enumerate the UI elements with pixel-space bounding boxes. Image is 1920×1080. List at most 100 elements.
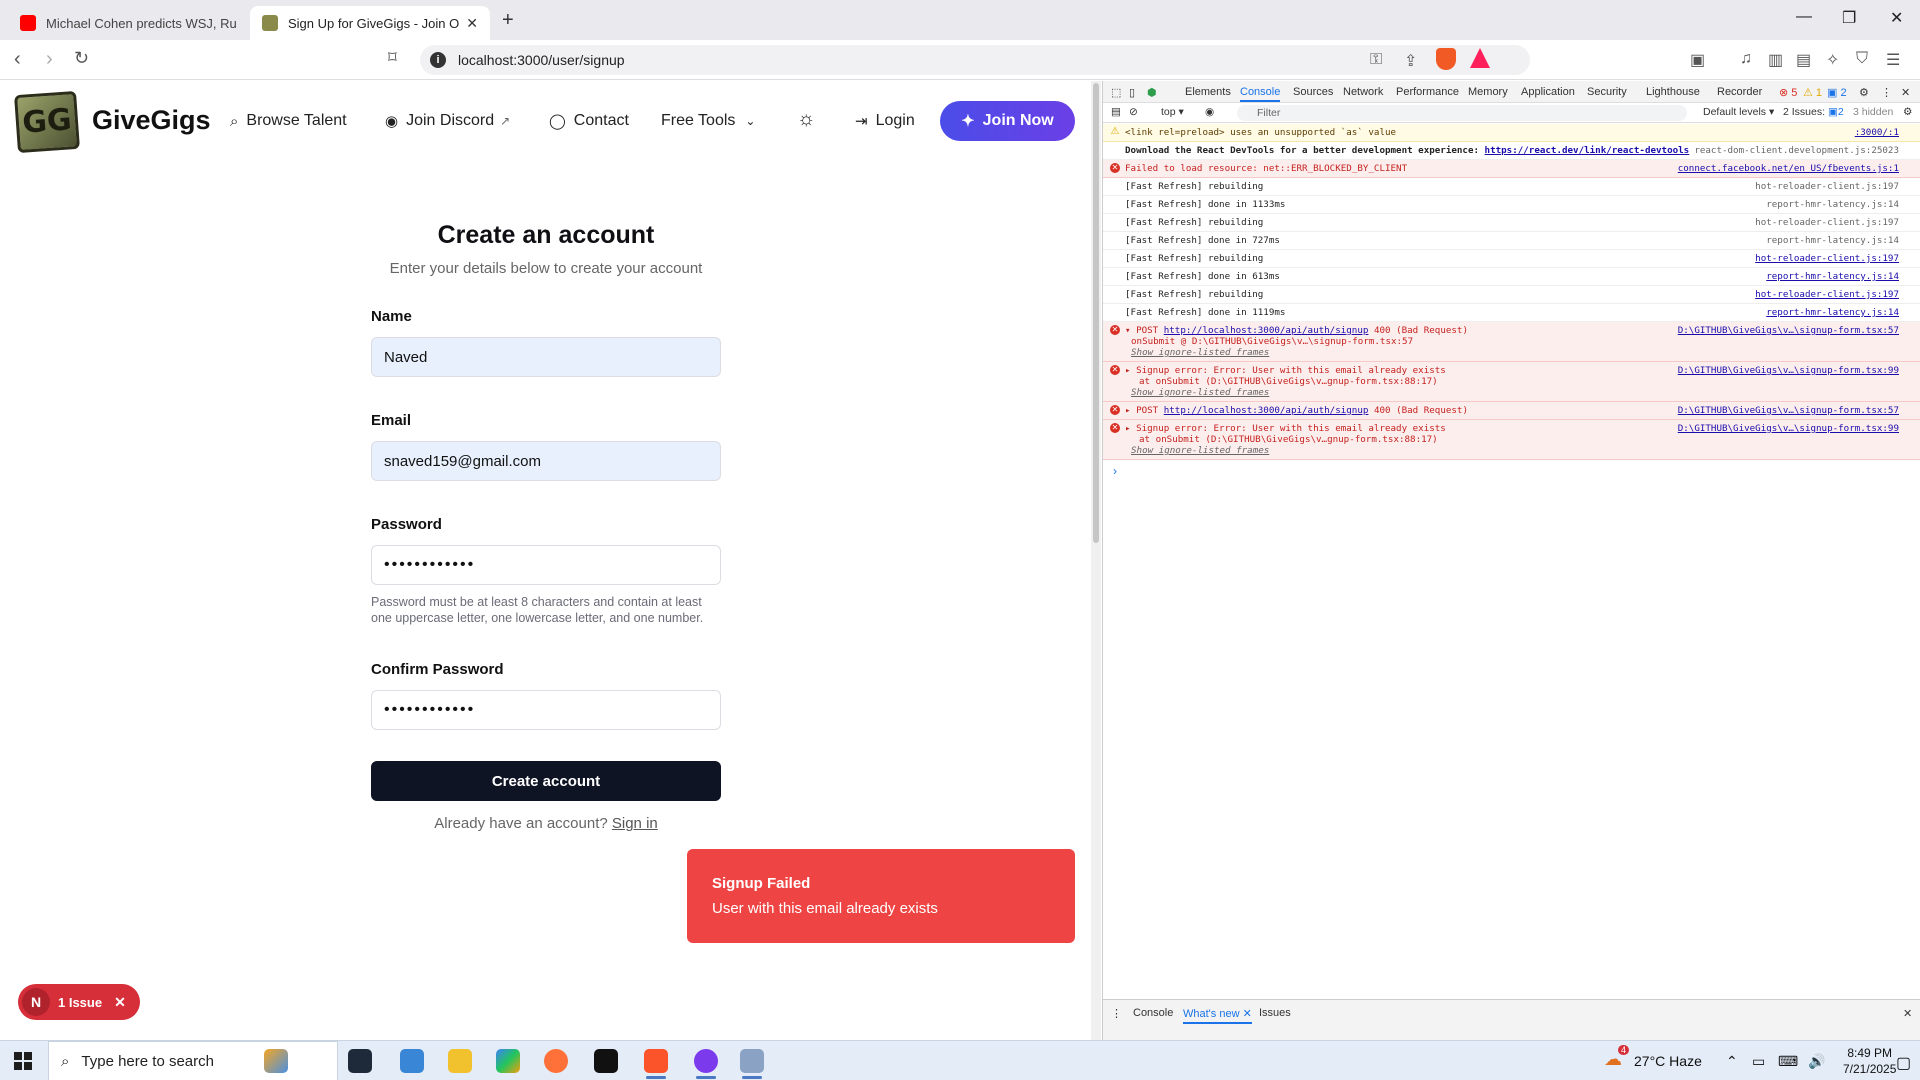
browser-tab-youtube[interactable]: Michael Cohen predicts WSJ, Rupert [8,6,248,40]
volume-icon[interactable]: 🔊 [1808,1053,1825,1070]
search-highlight-icon[interactable] [264,1049,288,1073]
tab-security[interactable]: Security [1587,86,1627,98]
warning-count[interactable]: ⚠ 1 [1803,86,1822,99]
brave-rewards-icon[interactable] [1470,48,1490,68]
console-line[interactable]: Download the React DevTools for a better… [1103,142,1920,160]
stack-frame[interactable]: at onSubmit (D:\GITHUB\GiveGigs\v…gnup-f… [1125,376,1899,387]
drawer-tab-issues[interactable]: Issues [1259,1007,1291,1019]
cast-icon[interactable]: ▣ [1690,50,1705,70]
drawer-tab-console[interactable]: Console [1133,1007,1173,1019]
console-error-group[interactable]: ✕ ▸ Signup error: Error: User with this … [1103,362,1920,402]
reload-icon[interactable]: ↻ [74,48,89,69]
console-line[interactable]: [Fast Refresh] rebuilding hot-reloader-c… [1103,214,1920,232]
page-scrollbar[interactable] [1091,81,1101,1040]
nav-browse-talent[interactable]: ⌕ Browse Talent [230,112,347,130]
eye-icon[interactable]: ◉ [1205,106,1214,118]
tab-recorder[interactable]: Recorder [1717,86,1762,98]
tab-network[interactable]: Network [1343,86,1383,98]
bookmark-icon[interactable]: ⌑ [388,48,397,68]
close-tab-icon[interactable]: ✕ [466,15,478,32]
console-source[interactable]: report-hmr-latency.js:14 [1766,307,1899,318]
key-icon[interactable]: ⚿ [1370,51,1382,69]
email-field[interactable]: snaved159@gmail.com [371,441,721,481]
browser-tab-givegigs[interactable]: Sign Up for GiveGigs - Join Our C ✕ [250,6,490,40]
console-error-group[interactable]: ✕ ▾ POST http://localhost:3000/api/auth/… [1103,322,1920,362]
copilot-icon[interactable] [496,1049,520,1073]
console-error-group[interactable]: ✕ ▸ POST http://localhost:3000/api/auth/… [1103,402,1920,420]
brave-browser-icon[interactable] [644,1049,668,1079]
console-source[interactable]: :3000/:1 [1855,127,1899,138]
error-count[interactable]: ⊗ 5 [1779,86,1797,99]
console-prompt[interactable]: › [1103,460,1920,482]
share-icon[interactable]: ⇪ [1404,51,1417,71]
stack-frame[interactable]: at onSubmit (D:\GITHUB\GiveGigs\v…gnup-f… [1125,434,1899,445]
file-explorer-icon[interactable] [448,1049,472,1073]
minimize-icon[interactable]: — [1796,8,1812,26]
tab-lighthouse[interactable]: Lighthouse [1646,86,1700,98]
chat-app-icon[interactable] [694,1049,718,1079]
nav-free-tools[interactable]: Free Tools ⌄ [661,112,755,130]
forward-icon[interactable]: › [46,48,53,71]
tab-console[interactable]: Console [1240,86,1281,102]
windows-start-icon[interactable] [14,1052,32,1070]
writer-app-icon[interactable] [594,1049,618,1073]
create-account-button[interactable]: Create account [371,761,721,801]
brand-name[interactable]: GiveGigs [92,105,211,136]
console-source[interactable]: report-hmr-latency.js:14 [1766,199,1899,210]
chevron-up-icon[interactable]: ⌃ [1726,1053,1738,1070]
tab-performance[interactable]: Performance [1396,86,1459,98]
name-field[interactable]: Naved [371,337,721,377]
site-info-icon[interactable]: i [430,52,446,68]
console-source[interactable]: hot-reloader-client.js:197 [1755,181,1899,192]
devtools-more-icon[interactable]: ⋮ [1881,86,1892,99]
clear-console-icon[interactable]: ⊘ [1129,106,1138,118]
sign-in-link[interactable]: Sign in [612,815,658,832]
paint-app-icon[interactable] [740,1049,764,1079]
task-view-icon[interactable] [348,1049,372,1073]
keyboard-icon[interactable]: ⌨ [1778,1053,1798,1070]
console-error-group[interactable]: ✕ ▸ Signup error: Error: User with this … [1103,420,1920,460]
confirm-password-field[interactable]: •••••••••••• [371,690,721,730]
console-source[interactable]: D:\GITHUB\GiveGigs\v…\signup-form.tsx:57 [1678,325,1899,336]
scrollbar-thumb[interactable] [1093,83,1099,543]
console-line[interactable]: [Fast Refresh] done in 1133ms report-hmr… [1103,196,1920,214]
meet-now-icon[interactable]: ▭ [1752,1053,1765,1070]
devtools-close-icon[interactable]: ✕ [1901,86,1910,99]
nav-login[interactable]: ⇥ Login [855,112,915,130]
console-filter-input[interactable]: Filter [1237,105,1687,121]
console-source[interactable]: hot-reloader-client.js:197 [1755,289,1899,300]
new-tab-button[interactable]: + [502,9,514,32]
issues-count[interactable]: 2 Issues: ▣2 [1783,106,1844,118]
console-source[interactable]: D:\GITHUB\GiveGigs\v…\signup-form.tsx:57 [1678,405,1899,416]
wallet-icon[interactable]: ▤ [1796,50,1811,70]
leo-ai-icon[interactable]: ✧ [1826,50,1839,70]
console-settings-icon[interactable]: ⚙ [1903,106,1912,118]
console-source[interactable]: hot-reloader-client.js:197 [1755,253,1899,264]
show-ignore-listed-link[interactable]: Show ignore-listed frames [1125,445,1899,456]
close-window-icon[interactable]: ✕ [1890,8,1903,28]
console-source[interactable]: D:\GITHUB\GiveGigs\v…\signup-form.tsx:99 [1678,423,1899,434]
console-source[interactable]: report-hmr-latency.js:14 [1766,235,1899,246]
console-line[interactable]: [Fast Refresh] rebuilding hot-reloader-c… [1103,178,1920,196]
join-now-button[interactable]: ✦ Join Now [940,101,1075,141]
console-line[interactable]: [Fast Refresh] done in 613ms report-hmr-… [1103,268,1920,286]
notifications-icon[interactable]: ▢ [1896,1053,1911,1073]
tab-elements[interactable]: Elements [1185,86,1231,98]
console-line[interactable]: [Fast Refresh] done in 1119ms report-hmr… [1103,304,1920,322]
show-ignore-listed-link[interactable]: Show ignore-listed frames [1125,387,1899,398]
sidebar-icon[interactable]: ▥ [1768,50,1783,70]
nav-contact[interactable]: ◯ Contact [549,112,629,130]
request-url-link[interactable]: http://localhost:3000/api/auth/signup [1164,405,1369,416]
extension-icon[interactable]: ⬢ [1147,86,1157,99]
console-line[interactable]: [Fast Refresh] done in 727ms report-hmr-… [1103,232,1920,250]
device-toggle-icon[interactable]: ▯ [1129,86,1135,99]
react-devtools-link[interactable]: https://react.dev/link/react-devtools [1485,145,1690,156]
console-line[interactable]: ⚠ <link rel=preload> uses an unsupported… [1103,124,1920,142]
back-icon[interactable]: ‹ [14,48,21,71]
console-line[interactable]: [Fast Refresh] rebuilding hot-reloader-c… [1103,286,1920,304]
nav-join-discord[interactable]: ◉ Join Discord ↗ [385,112,510,130]
firefox-icon[interactable] [544,1049,568,1073]
taskbar-search-box[interactable]: ⌕ Type here to search [48,1041,338,1080]
sidebar-toggle-icon[interactable]: ▤ [1111,106,1121,118]
levels-select[interactable]: Default levels ▾ [1703,106,1774,118]
